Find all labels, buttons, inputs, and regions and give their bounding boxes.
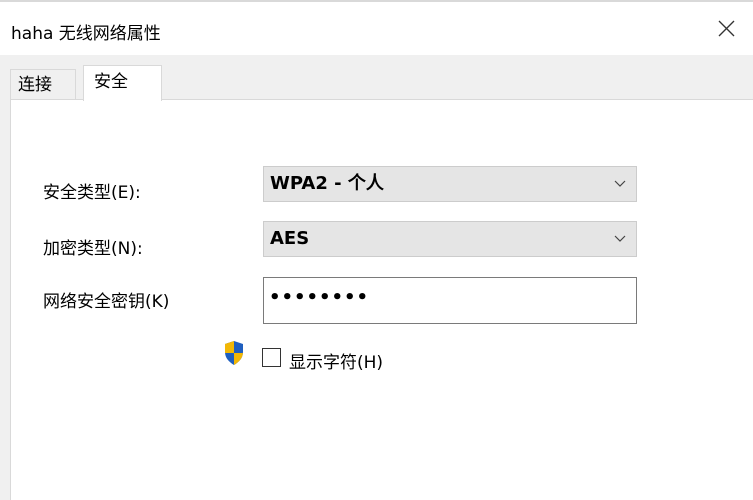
window-title: haha 无线网络属性 bbox=[11, 24, 161, 44]
title-bar: haha 无线网络属性 bbox=[0, 2, 753, 55]
shield-icon bbox=[225, 341, 243, 365]
tab-connection[interactable]: 连接 bbox=[10, 69, 76, 99]
tab-strip: 连接 安全 bbox=[0, 55, 753, 101]
network-key-masked-value: •••••••• bbox=[269, 287, 370, 308]
network-key-input[interactable]: •••••••• bbox=[263, 277, 637, 324]
network-key-label: 网络安全密钥(K) bbox=[43, 292, 170, 312]
properties-dialog: haha 无线网络属性 连接 安全 安全类型(E): WPA2 - 个人 加密类… bbox=[0, 0, 753, 500]
close-button[interactable] bbox=[703, 2, 753, 55]
security-type-label: 安全类型(E): bbox=[43, 183, 141, 203]
encryption-type-select[interactable]: AES bbox=[263, 221, 637, 257]
show-characters-checkbox[interactable] bbox=[262, 348, 281, 367]
tab-security[interactable]: 安全 bbox=[83, 65, 162, 101]
encryption-type-value: AES bbox=[270, 228, 310, 249]
security-panel: 安全类型(E): WPA2 - 个人 加密类型(N): AES 网络安全密钥(K… bbox=[10, 99, 753, 500]
security-type-select[interactable]: WPA2 - 个人 bbox=[263, 166, 637, 202]
show-characters-label[interactable]: 显示字符(H) bbox=[289, 348, 383, 373]
security-type-value: WPA2 - 个人 bbox=[270, 173, 384, 194]
chevron-down-icon bbox=[614, 235, 626, 242]
encryption-type-label: 加密类型(N): bbox=[43, 239, 143, 259]
close-icon bbox=[718, 20, 735, 37]
chevron-down-icon bbox=[614, 180, 626, 187]
